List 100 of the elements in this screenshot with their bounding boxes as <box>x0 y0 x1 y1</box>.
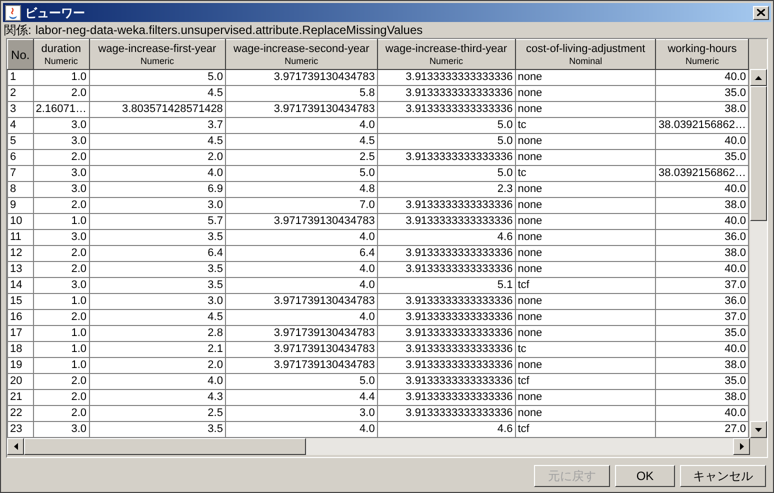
table-cell: 3.9133333333333336 <box>377 342 516 358</box>
table-cell: 2.0 <box>33 310 90 326</box>
table-cell: 3.5 <box>89 278 226 294</box>
down-arrow-icon <box>755 428 762 432</box>
table-cell: tcf <box>515 278 656 294</box>
table-cell: 5.0 <box>377 166 516 182</box>
table-cell: 35.0 <box>656 150 748 166</box>
table-cell: 2.0 <box>33 262 90 278</box>
scroll-down-button[interactable] <box>750 421 767 438</box>
table-cell: 3.9133333333333336 <box>377 214 516 230</box>
scroll-up-button[interactable] <box>750 69 767 86</box>
table-cell: none <box>515 390 656 406</box>
window-title: ビューワー <box>25 4 85 22</box>
table-cell: 5.0 <box>225 166 378 182</box>
table-cell: none <box>515 182 656 198</box>
table-cell: 3.9133333333333336 <box>377 294 516 310</box>
table-cell: 3.9133333333333336 <box>377 406 516 422</box>
column-type: Numeric <box>44 56 78 66</box>
table-cell: 4.5 <box>225 134 378 150</box>
table-cell: tcf <box>515 374 656 390</box>
table-cell: 2.0 <box>33 86 90 102</box>
column-header[interactable]: working-hours Numeric <box>656 40 748 70</box>
table-cell: 40.0 <box>656 262 748 278</box>
table-cell: 2.16071… <box>33 102 90 118</box>
row-number: 22 <box>8 406 34 422</box>
table-cell: 3.9133333333333336 <box>377 198 516 214</box>
dialog-button[interactable]: OK <box>615 465 675 487</box>
table-cell: 3.9133333333333336 <box>377 310 516 326</box>
column-name: duration <box>41 42 82 56</box>
table-cell: tc <box>515 118 656 134</box>
column-name: wage-increase-third-year <box>385 42 508 56</box>
table-cell: 3.0 <box>33 182 90 198</box>
column-type: Numeric <box>284 56 318 66</box>
scroll-right-button[interactable] <box>733 438 750 455</box>
table-cell: 1.0 <box>33 358 90 374</box>
table-cell: 35.0 <box>656 326 748 342</box>
table-cell: 5.0 <box>377 134 516 150</box>
table-cell: none <box>515 406 656 422</box>
table-cell: 7.0 <box>225 198 378 214</box>
table-cell: 5.8 <box>225 86 378 102</box>
row-number: 6 <box>8 150 34 166</box>
table-cell: 2.0 <box>33 246 90 262</box>
table-cell: 4.0 <box>225 230 378 246</box>
column-header[interactable]: wage-increase-second-year Numeric <box>225 40 378 70</box>
scroll-thumb[interactable] <box>750 86 767 221</box>
table-cell: 2.1 <box>89 342 226 358</box>
table-cell: 3.9133333333333336 <box>377 326 516 342</box>
table-cell: 35.0 <box>656 374 748 390</box>
close-button[interactable] <box>753 6 769 20</box>
table-cell: 2.5 <box>225 150 378 166</box>
table-cell: 2.5 <box>89 406 226 422</box>
column-header[interactable]: No. <box>8 40 34 70</box>
table-cell: 3.971739130434783 <box>225 358 378 374</box>
dialog-button[interactable]: キャンセル <box>680 465 766 487</box>
column-name: wage-increase-second-year <box>234 42 370 56</box>
table-cell: 5.0 <box>225 374 378 390</box>
table-cell: 2.0 <box>89 150 226 166</box>
scroll-left-button[interactable] <box>7 438 24 455</box>
column-type: Numeric <box>430 56 464 66</box>
table-cell: 38.0392156862… <box>656 118 748 134</box>
table-cell: 38.0 <box>656 198 748 214</box>
table-cell: 2.8 <box>89 326 226 342</box>
table-cell: 3.0 <box>33 134 90 150</box>
table-cell: 37.0 <box>656 278 748 294</box>
table-cell: 3.9133333333333336 <box>377 102 516 118</box>
table-cell: 3.9133333333333336 <box>377 390 516 406</box>
table-cell: 35.0 <box>656 86 748 102</box>
table-cell: none <box>515 214 656 230</box>
table-cell: 2.0 <box>33 406 90 422</box>
table-cell: 38.0 <box>656 102 748 118</box>
table-cell: 3.9133333333333336 <box>377 374 516 390</box>
table-cell: 3.5 <box>89 230 226 246</box>
table-cell: none <box>515 198 656 214</box>
table-cell: none <box>515 230 656 246</box>
scroll-thumb[interactable] <box>24 438 306 455</box>
table-cell: 40.0 <box>656 134 748 150</box>
table-cell: 4.0 <box>89 166 226 182</box>
right-arrow-icon <box>740 443 744 450</box>
close-icon <box>757 9 765 16</box>
horizontal-scrollbar[interactable] <box>7 438 750 455</box>
table-cell: 4.0 <box>225 310 378 326</box>
column-name: working-hours <box>668 42 737 56</box>
column-type: Nominal <box>569 56 602 66</box>
table-cell: none <box>515 310 656 326</box>
column-header[interactable]: cost-of-living-adjustment Nominal <box>515 40 656 70</box>
column-header[interactable]: wage-increase-third-year Numeric <box>377 40 516 70</box>
table-cell: 38.0 <box>656 246 748 262</box>
table-cell: 2.0 <box>33 198 90 214</box>
column-name: cost-of-living-adjustment <box>526 42 646 56</box>
table-cell: 3.971739130434783 <box>225 70 378 86</box>
row-number: 14 <box>8 278 34 294</box>
table-cell: none <box>515 294 656 310</box>
table-cell: 5.0 <box>89 70 226 86</box>
vertical-scrollbar[interactable] <box>750 69 767 438</box>
column-header[interactable]: wage-increase-first-year Numeric <box>89 40 226 70</box>
table-cell: 2.0 <box>89 358 226 374</box>
table-cell: 4.3 <box>89 390 226 406</box>
table-cell: 1.0 <box>33 70 90 86</box>
column-header[interactable]: duration Numeric <box>33 40 90 70</box>
table-cell: 40.0 <box>656 342 748 358</box>
